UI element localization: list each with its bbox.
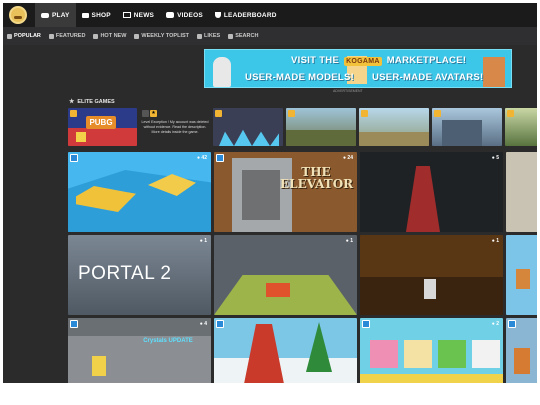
banner-models-text: USER-MADE MODELS! xyxy=(245,72,355,83)
gold-badge-icon: ★ xyxy=(150,110,157,117)
game-tile[interactable] xyxy=(506,318,537,383)
video-icon xyxy=(166,12,175,18)
nav-play[interactable]: PLAY xyxy=(35,3,76,27)
game-tile[interactable]: ● 42 xyxy=(68,152,211,232)
banner-text-visit: VISIT THE xyxy=(291,55,340,66)
nav-shop[interactable]: SHOP xyxy=(76,3,117,27)
star-badge-icon xyxy=(142,110,149,117)
nav-videos-label: VIDEOS xyxy=(177,11,203,19)
tab-popular-label: POPULAR xyxy=(14,33,41,39)
player-count: ● 1 xyxy=(345,238,353,244)
game-tile[interactable] xyxy=(506,235,537,315)
game-tile[interactable] xyxy=(214,318,357,383)
game-tile[interactable]: ● 5 xyxy=(360,152,503,232)
heart-icon xyxy=(197,33,202,39)
tab-featured[interactable]: FEATURED xyxy=(45,33,90,39)
blue-badge-icon xyxy=(70,154,78,162)
portal-2-title: PORTAL 2 xyxy=(78,263,172,284)
player-count: ● 4 xyxy=(199,321,207,327)
gold-badge-icon xyxy=(434,110,441,117)
gold-badge-icon xyxy=(288,110,295,117)
gold-badge-icon xyxy=(361,110,368,117)
game-tile[interactable]: ● 1 xyxy=(360,235,503,315)
tab-search[interactable]: SEARCH xyxy=(224,33,262,39)
elite-game-card[interactable] xyxy=(359,108,429,146)
player-count: ● 24 xyxy=(343,155,353,161)
blue-badge-icon xyxy=(70,320,78,328)
nav-videos[interactable]: VIDEOS xyxy=(160,3,209,27)
marketplace-banner[interactable]: VISIT THE KOGAMA MARKETPLACE! USER-MADE … xyxy=(204,49,512,88)
trophy-icon xyxy=(214,12,221,18)
player-count: ● 5 xyxy=(491,155,499,161)
nav-leaderboard-label: LEADERBOARD xyxy=(223,11,277,19)
player-count: ● 42 xyxy=(197,155,207,161)
game-tile[interactable]: Crystals UPDATE ● 4 xyxy=(68,318,211,383)
elite-game-card[interactable] xyxy=(505,108,537,146)
news-icon xyxy=(122,12,131,18)
tab-hot-new-label: HOT NEW xyxy=(100,33,127,39)
gamepad-icon xyxy=(41,12,49,18)
game-tile[interactable]: THE ELEVATOR ● 24 xyxy=(214,152,357,232)
section-title: ★ ELITE GAMES xyxy=(69,98,115,106)
search-icon xyxy=(228,33,234,39)
banner-avatars-text: USER-MADE AVATARS! xyxy=(372,72,484,83)
nav-leaderboard[interactable]: LEADERBOARD xyxy=(209,3,283,27)
ad-label: ADVERTISEMENT xyxy=(333,89,363,93)
elite-game-card[interactable]: ★ Level Exception ! My account was delet… xyxy=(140,108,210,146)
elite-game-card[interactable] xyxy=(213,108,283,146)
sub-nav-bar: POPULAR FEATURED HOT NEW WEEKLY TOPLIST … xyxy=(3,27,537,45)
elite-game-card[interactable] xyxy=(432,108,502,146)
app-window: PLAY SHOP NEWS VIDEOS LEADERBOARD POPULA… xyxy=(3,3,537,383)
star-icon: ★ xyxy=(69,99,75,105)
deleted-notice-text: Level Exception ! My account was deleted… xyxy=(141,120,209,134)
gold-badge-icon xyxy=(507,110,514,117)
blue-badge-icon xyxy=(362,320,370,328)
tab-weekly-toplist[interactable]: WEEKLY TOPLIST xyxy=(130,33,193,39)
banner-headline: VISIT THE KOGAMA MARKETPLACE! xyxy=(291,55,466,66)
blue-badge-icon xyxy=(216,320,224,328)
avatar-image-right xyxy=(483,57,505,87)
player-count: ● 1 xyxy=(491,238,499,244)
nav-news[interactable]: NEWS xyxy=(117,3,160,27)
player-count: ● 1 xyxy=(199,238,207,244)
nav-shop-label: SHOP xyxy=(91,11,111,19)
kogama-brand-logo: KOGAMA xyxy=(344,57,382,66)
tab-hot-new[interactable]: HOT NEW xyxy=(89,33,130,39)
tab-weekly-toplist-label: WEEKLY TOPLIST xyxy=(141,33,189,39)
game-tile[interactable]: ● 2 xyxy=(360,318,503,383)
gold-badge-icon xyxy=(215,110,222,117)
pubg-title: PUBG xyxy=(86,116,116,129)
top-nav-bar: PLAY SHOP NEWS VIDEOS LEADERBOARD xyxy=(3,3,537,27)
gamepad-icon xyxy=(7,33,12,39)
tab-likes[interactable]: LIKES xyxy=(193,33,224,39)
gold-badge-icon xyxy=(70,110,77,117)
tab-popular[interactable]: POPULAR xyxy=(3,33,45,39)
game-tile[interactable]: ● 1 xyxy=(214,235,357,315)
game-tile[interactable] xyxy=(506,152,537,232)
tab-likes-label: LIKES xyxy=(204,33,221,39)
elevator-title: THE ELEVATOR xyxy=(280,165,354,191)
nav-news-label: NEWS xyxy=(133,11,155,19)
blue-badge-icon xyxy=(216,154,224,162)
nav-play-label: PLAY xyxy=(52,11,70,19)
snowman-avatar-image xyxy=(213,57,231,87)
blue-badge-icon xyxy=(508,320,516,328)
tab-search-label: SEARCH xyxy=(235,33,259,39)
tab-featured-label: FEATURED xyxy=(55,33,86,39)
cart-icon xyxy=(81,12,89,18)
elite-game-card[interactable]: PUBG xyxy=(68,108,137,146)
section-title-label: ELITE GAMES xyxy=(77,98,115,105)
crystals-update-label: Crystals UPDATE xyxy=(143,338,193,344)
kogama-logo-icon[interactable] xyxy=(9,6,27,24)
banner-text-marketplace: MARKETPLACE! xyxy=(386,55,467,66)
player-count: ● 2 xyxy=(491,321,499,327)
elite-game-card[interactable] xyxy=(286,108,356,146)
home-icon xyxy=(93,33,99,39)
rocket-icon xyxy=(48,33,54,39)
game-tile[interactable]: PORTAL 2 ● 1 xyxy=(68,235,211,315)
trophy-icon xyxy=(134,33,140,39)
